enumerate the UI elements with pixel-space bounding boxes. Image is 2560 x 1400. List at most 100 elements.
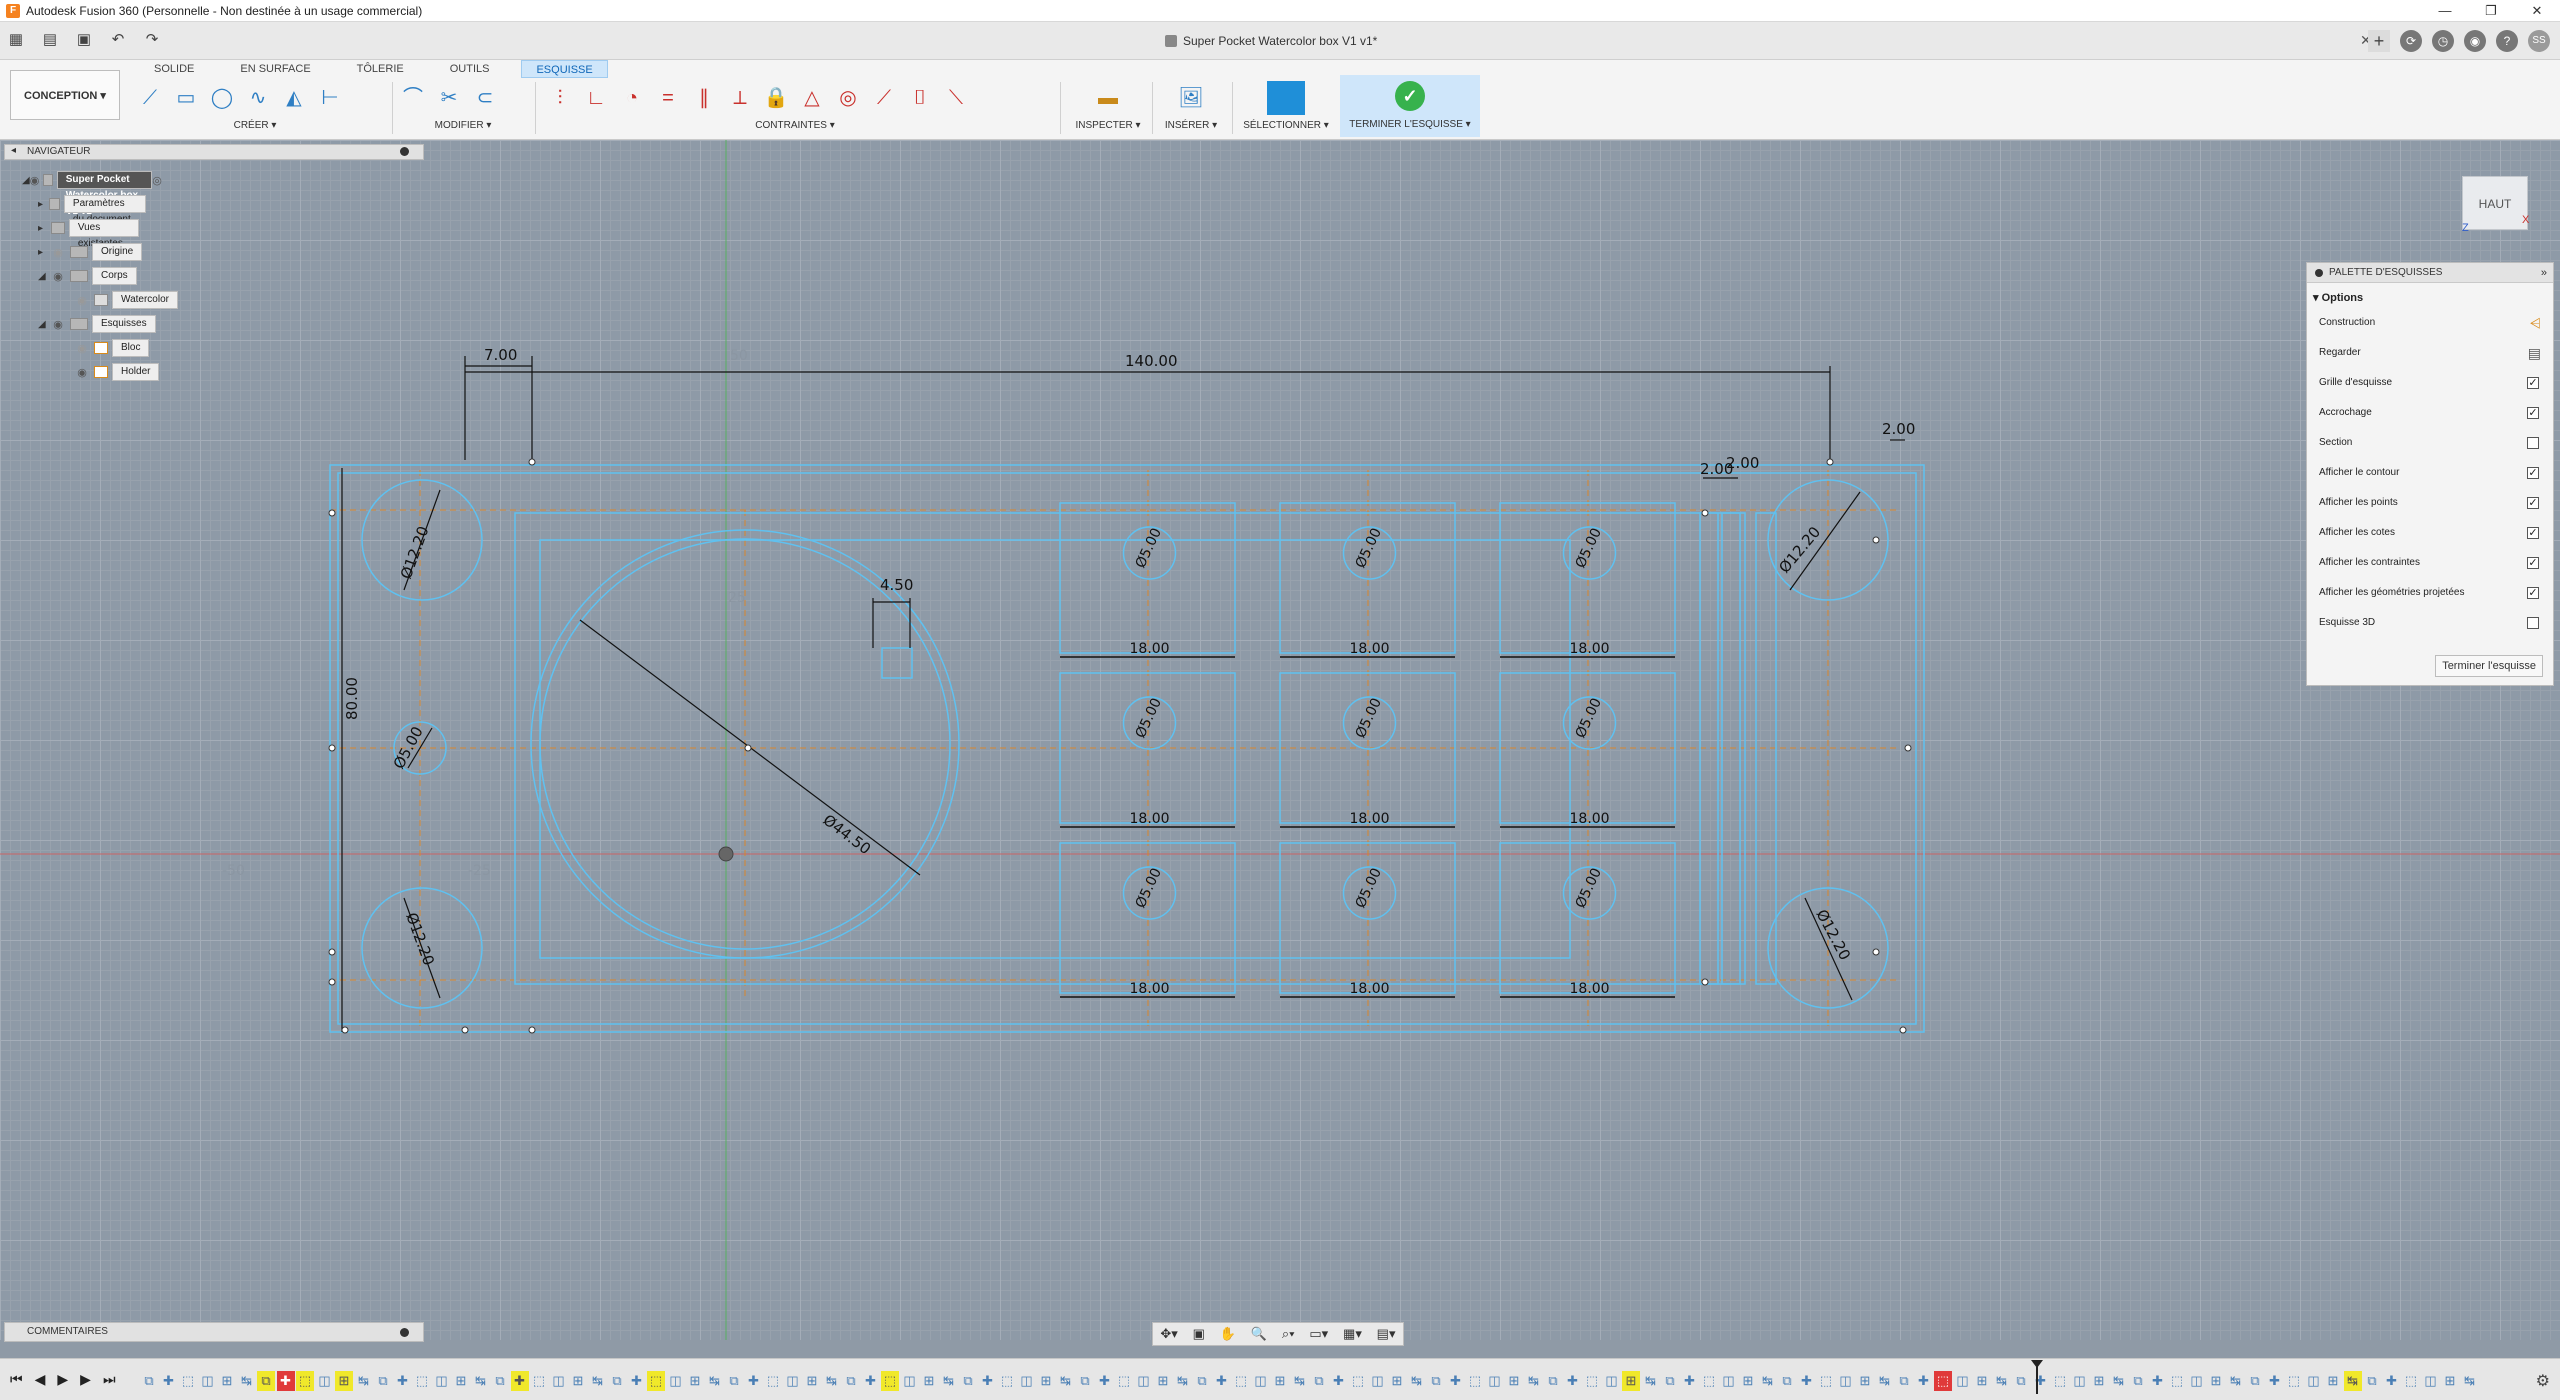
timeline-feature-icon[interactable]: ⧉ (1427, 1371, 1445, 1391)
midpoint-constraint-icon[interactable]: △ (797, 83, 827, 113)
timeline-feature-icon[interactable]: ⧉ (1544, 1371, 1562, 1391)
timeline-feature-icon[interactable]: ⊞ (2207, 1371, 2225, 1391)
extensions-icon[interactable]: ⟳ (2400, 30, 2422, 52)
timeline-feature-icon[interactable]: ↹ (2110, 1371, 2128, 1391)
timeline-feature-icon[interactable]: ✚ (160, 1371, 178, 1391)
timeline-feature-icon[interactable]: ⬚ (1817, 1371, 1835, 1391)
cell-diameter-dimension[interactable]: Ø5.00 (1353, 696, 1385, 741)
palette-option-row[interactable]: Construction ⩤ (2307, 308, 2553, 338)
timeline-feature-icon[interactable]: ✚ (394, 1371, 412, 1391)
minimize-button[interactable]: — (2422, 0, 2468, 22)
timeline-feature-icon[interactable]: ⊞ (1037, 1371, 1055, 1391)
timeline-feature-icon[interactable]: ⊞ (686, 1371, 704, 1391)
group-modifier-label[interactable]: MODIFIER ▾ (398, 120, 528, 131)
cell-diameter-dimension[interactable]: Ø5.00 (1353, 526, 1385, 571)
timeline-feature-icon[interactable]: ⊞ (218, 1371, 236, 1391)
equal-constraint-icon[interactable]: = (653, 83, 683, 113)
timeline-feature-icon[interactable]: ◫ (1135, 1371, 1153, 1391)
timeline-feature-icon[interactable]: ⬚ (2168, 1371, 2186, 1391)
cell-diameter-dimension[interactable]: Ø5.00 (1573, 866, 1605, 911)
panel-pin-icon[interactable] (400, 1328, 409, 1337)
parallel-constraint-icon[interactable]: ∥ (689, 83, 719, 113)
horizontal-vertical-constraint-icon[interactable]: ⫶ (545, 83, 575, 113)
timeline-settings-gear-icon[interactable]: ⚙ (2536, 1371, 2550, 1391)
finish-sketch-check-icon[interactable]: ✓ (1395, 81, 1425, 111)
pan-icon[interactable]: ✋ (1220, 1326, 1236, 1342)
timeline-feature-icon[interactable]: ↹ (823, 1371, 841, 1391)
timeline-marker[interactable] (2031, 1360, 2043, 1394)
play-icon[interactable]: ▶ (57, 1371, 68, 1388)
finish-sketch-label[interactable]: TERMINER L'ESQUISSE ▾ (1340, 119, 1480, 130)
sketch-points[interactable] (328, 458, 1912, 1034)
activate-radio-icon[interactable]: ◎ (152, 174, 162, 187)
timeline-feature-icon[interactable]: ✚ (1798, 1371, 1816, 1391)
group-contraintes-label[interactable]: CONTRAINTES ▾ (545, 120, 1045, 131)
cell-width-dimension[interactable]: 18.00 (1350, 811, 1390, 827)
timeline-feature-icon[interactable]: ↹ (2461, 1371, 2479, 1391)
timeline-feature-icon[interactable]: ✚ (1681, 1371, 1699, 1391)
option-checkbox[interactable] (2527, 437, 2539, 449)
go-to-start-icon[interactable]: ⏮ (10, 1371, 23, 1388)
timeline-feature-icon[interactable]: ⊞ (2324, 1371, 2342, 1391)
timeline-feature-icon[interactable]: ↹ (2343, 1371, 2362, 1391)
tab-outils[interactable]: OUTILS (436, 60, 504, 78)
timeline-feature-icon[interactable]: ✚ (1564, 1371, 1582, 1391)
palette-option-row[interactable]: Afficher le contour ✓ (2307, 458, 2553, 488)
timeline-feature-icon[interactable]: ⧉ (2363, 1371, 2381, 1391)
cell-width-dimension[interactable]: 18.00 (1130, 641, 1170, 657)
timeline-feature-icon[interactable]: ⊞ (569, 1371, 587, 1391)
dim-80[interactable]: 80.00 (343, 677, 361, 720)
timeline-feature-icon[interactable]: ⧉ (959, 1371, 977, 1391)
cell-diameter-dimension[interactable]: Ø5.00 (1573, 696, 1605, 741)
timeline-feature-icon[interactable]: ⧉ (2246, 1371, 2264, 1391)
timeline-feature-icon[interactable]: ↹ (1642, 1371, 1660, 1391)
go-to-end-icon[interactable]: ⏭ (103, 1371, 116, 1388)
timeline-feature-icon[interactable]: ◫ (2422, 1371, 2440, 1391)
timeline-feature-icon[interactable]: ⊞ (2441, 1371, 2459, 1391)
timeline-feature-icon[interactable]: ↹ (1408, 1371, 1426, 1391)
sketch-geometry[interactable]: 50 25 -25 -50 7.00 140.00 2.00 2.00 2.00… (0, 140, 2560, 1340)
cell-diameter-dimension[interactable]: Ø5.00 (1353, 866, 1385, 911)
zoom-icon[interactable]: 🔍 (1251, 1326, 1267, 1342)
collapse-arrow-icon[interactable]: ◂ (11, 145, 16, 156)
job-status-icon[interactable]: ◷ (2432, 30, 2454, 52)
expand-icon[interactable]: ◢ (38, 271, 50, 282)
fix-constraint-icon[interactable]: 🔒 (761, 83, 791, 113)
select-cursor-icon[interactable] (1267, 81, 1305, 115)
notifications-icon[interactable]: ◉ (2464, 30, 2486, 52)
expand-icon[interactable]: ▸ (38, 247, 50, 258)
timeline-feature-icon[interactable]: ⬚ (1466, 1371, 1484, 1391)
palette-option-row[interactable]: Afficher les cotes ✓ (2307, 518, 2553, 548)
option-checkbox[interactable]: ✓ (2527, 527, 2539, 539)
timeline-feature-icon[interactable]: ⧉ (1193, 1371, 1211, 1391)
timeline-feature-icon[interactable]: ◫ (1720, 1371, 1738, 1391)
timeline-feature-icon[interactable]: ⊞ (920, 1371, 938, 1391)
timeline-feature-icon[interactable]: ↹ (1057, 1371, 1075, 1391)
timeline-feature-icon[interactable]: ↹ (472, 1371, 490, 1391)
zoom-window-icon[interactable]: ⌕▾ (1282, 1326, 1295, 1342)
file-menu-icon[interactable]: ▤ (40, 30, 60, 50)
help-icon[interactable]: ? (2496, 30, 2518, 52)
timeline-feature-icon[interactable]: ⬚ (1232, 1371, 1250, 1391)
curvature-constraint-icon[interactable]: ⟍ (941, 83, 971, 113)
group-inspecter-label[interactable]: INSPECTER ▾ (1068, 120, 1148, 131)
timeline-feature-icon[interactable]: ◫ (1603, 1371, 1621, 1391)
perpendicular-constraint-icon[interactable]: ⟂ (725, 83, 755, 113)
timeline-feature-icon[interactable]: ↹ (1291, 1371, 1309, 1391)
timeline-feature-icon[interactable]: ⊞ (803, 1371, 821, 1391)
option-checkbox[interactable]: ✓ (2527, 377, 2539, 389)
group-inserer-label[interactable]: INSÉRER ▾ (1156, 120, 1226, 131)
timeline-feature-icon[interactable]: ⧉ (1895, 1371, 1913, 1391)
tree-item-parametres[interactable]: ▸ Paramètres du document (38, 194, 146, 225)
timeline-feature-icon[interactable]: ⬚ (2051, 1371, 2069, 1391)
timeline-feature-icon[interactable]: ⊞ (1271, 1371, 1289, 1391)
trim-tool-icon[interactable]: ✂ (434, 83, 464, 113)
expand-icon[interactable]: ▸ (38, 199, 45, 210)
rectangle-tool-icon[interactable]: ▭ (171, 83, 201, 113)
timeline-feature-icon[interactable]: ⊞ (1856, 1371, 1874, 1391)
origin-point[interactable] (718, 846, 734, 862)
viewports-icon[interactable]: ▤▾ (1377, 1326, 1396, 1342)
timeline-feature-icon[interactable]: ✚ (2149, 1371, 2167, 1391)
symmetry-constraint-icon[interactable]: ⌷ (905, 83, 935, 113)
options-section-header[interactable]: ▾ Options (2307, 283, 2553, 308)
